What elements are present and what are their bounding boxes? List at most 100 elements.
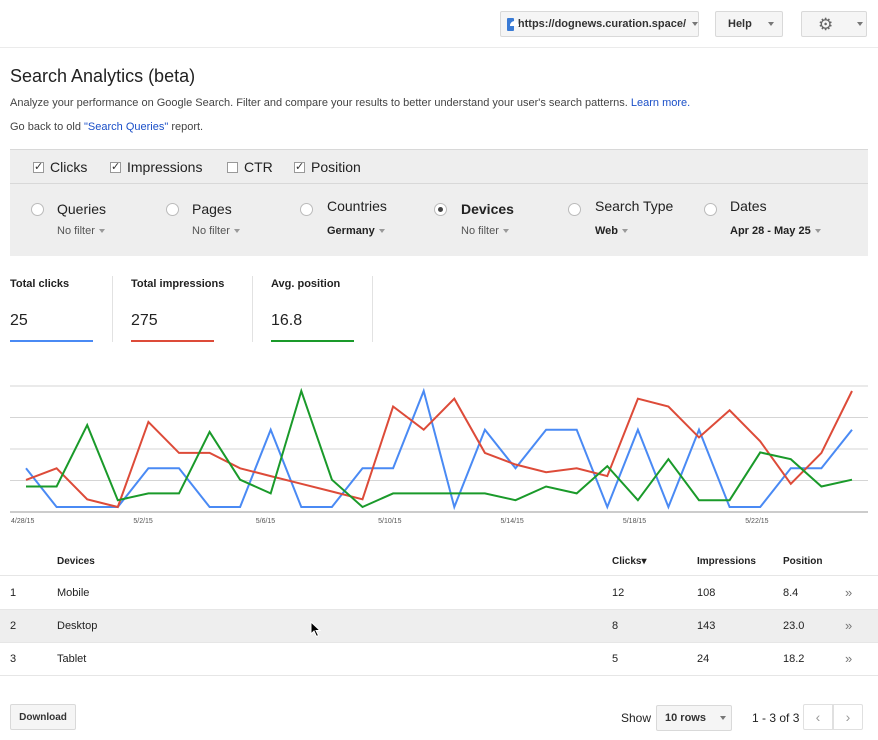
row-clicks: 8 bbox=[612, 620, 619, 632]
total-value: 16.8 bbox=[271, 312, 303, 329]
metric-label: Impressions bbox=[127, 159, 203, 175]
radio-button[interactable] bbox=[704, 203, 717, 216]
filter-value: No filter bbox=[461, 225, 499, 237]
page-description: Analyze your performance on Google Searc… bbox=[10, 97, 690, 109]
radio-button-selected[interactable] bbox=[434, 203, 447, 216]
checkbox-icon: ✓ bbox=[294, 160, 305, 173]
pagination-range: 1 - 3 of 3 bbox=[752, 711, 800, 725]
table-header: Devices Clicks▾ Impressions Position bbox=[0, 545, 878, 576]
metric-position-checkbox[interactable]: ✓ Position bbox=[294, 159, 361, 175]
x-tick-label: 5/18/15 bbox=[623, 518, 646, 525]
chevron-down-icon bbox=[692, 22, 698, 26]
total-value: 275 bbox=[131, 312, 158, 329]
divider bbox=[252, 276, 253, 342]
row-detail-icon[interactable]: » bbox=[845, 585, 852, 600]
dimension-filter[interactable]: No filter bbox=[461, 225, 509, 237]
filter-value: No filter bbox=[192, 225, 230, 237]
x-tick-label: 5/6/15 bbox=[256, 518, 276, 525]
cloud-icon bbox=[507, 17, 519, 31]
row-position: 8.4 bbox=[783, 587, 799, 599]
top-bar: https://dognews.curation.space/ Help ⚙ bbox=[0, 0, 878, 48]
dimension-label: Search Type bbox=[595, 198, 674, 214]
radio-button[interactable] bbox=[166, 203, 179, 216]
avg-position-card[interactable]: Avg. position 16.8 bbox=[271, 278, 354, 342]
back-to-old-report: Go back to old "Search Queries" report. bbox=[10, 121, 203, 133]
x-tick-label: 5/10/15 bbox=[378, 518, 401, 525]
row-position: 18.2 bbox=[783, 653, 805, 665]
chevron-down-icon bbox=[378, 229, 385, 234]
chevron-right-icon: › bbox=[845, 709, 851, 725]
filter-value: Web bbox=[595, 225, 619, 237]
column-header-impressions[interactable]: Impressions bbox=[697, 556, 756, 567]
dimension-filter[interactable]: No filter bbox=[192, 225, 240, 237]
rows-per-page-select[interactable]: 10 rows bbox=[656, 705, 732, 731]
metric-impressions-checkbox[interactable]: ✓ Impressions bbox=[110, 159, 202, 175]
metrics-row: ✓ Clicks ✓ Impressions CTR ✓ Position bbox=[10, 150, 868, 184]
filter-panel: ✓ Clicks ✓ Impressions CTR ✓ Position Qu… bbox=[10, 149, 868, 256]
row-impressions: 108 bbox=[697, 587, 716, 599]
checkbox-icon bbox=[227, 161, 238, 173]
settings-button[interactable]: ⚙ bbox=[801, 11, 867, 37]
chevron-down-icon bbox=[767, 22, 774, 26]
table-row[interactable]: 3 Tablet 5 24 18.2 » bbox=[0, 643, 878, 676]
total-value: 25 bbox=[10, 312, 28, 329]
row-detail-icon[interactable]: » bbox=[845, 618, 852, 633]
dimension-filter[interactable]: Apr 28 - May 25 bbox=[730, 225, 821, 237]
page-title: Search Analytics (beta) bbox=[10, 66, 196, 86]
column-header-clicks[interactable]: Clicks▾ bbox=[612, 556, 646, 567]
filter-value: No filter bbox=[57, 225, 95, 237]
checkbox-icon: ✓ bbox=[110, 160, 121, 173]
performance-chart[interactable]: 4/28/15 5/2/15 5/6/15 5/10/15 5/14/15 5/18/15… bbox=[0, 378, 878, 528]
mouse-pointer-icon bbox=[310, 621, 322, 638]
total-label: Total impressions bbox=[131, 278, 225, 290]
chevron-left-icon: ‹ bbox=[815, 709, 821, 725]
radio-button[interactable] bbox=[31, 203, 44, 216]
row-index: 2 bbox=[10, 620, 17, 632]
row-detail-icon[interactable]: » bbox=[845, 651, 852, 666]
metric-ctr-checkbox[interactable]: CTR bbox=[227, 159, 273, 175]
x-tick-label: 4/28/15 bbox=[11, 518, 34, 525]
series-color-bar bbox=[10, 340, 93, 342]
dimension-label: Devices bbox=[461, 201, 514, 217]
show-label: Show bbox=[621, 711, 652, 725]
dimension-label: Queries bbox=[57, 201, 107, 217]
row-index: 1 bbox=[10, 587, 17, 599]
table-row[interactable]: 2 Desktop 8 143 23.0 » bbox=[0, 610, 878, 643]
metric-clicks-checkbox[interactable]: ✓ Clicks bbox=[33, 159, 87, 175]
download-button[interactable]: Download bbox=[10, 704, 76, 730]
dimension-filter[interactable]: No filter bbox=[57, 225, 105, 237]
description-text: Analyze your performance on Google Searc… bbox=[10, 97, 628, 109]
site-selector[interactable]: https://dognews.curation.space/ bbox=[500, 11, 699, 37]
metric-label: Position bbox=[311, 159, 361, 175]
total-impressions-card[interactable]: Total impressions 275 bbox=[131, 278, 225, 342]
row-device: Tablet bbox=[57, 653, 87, 665]
checkbox-icon: ✓ bbox=[33, 160, 44, 173]
row-device: Mobile bbox=[57, 587, 90, 599]
help-button[interactable]: Help bbox=[715, 11, 783, 37]
back-suffix: report. bbox=[171, 121, 204, 133]
dimension-label: Countries bbox=[327, 198, 387, 214]
dimension-filter[interactable]: Germany bbox=[327, 225, 385, 237]
column-header-position[interactable]: Position bbox=[783, 556, 822, 567]
dimension-label: Pages bbox=[192, 201, 232, 217]
metric-label: Clicks bbox=[50, 159, 88, 175]
back-prefix: Go back to old bbox=[10, 121, 81, 133]
next-page-button[interactable]: › bbox=[833, 704, 863, 730]
row-clicks: 12 bbox=[612, 587, 625, 599]
chevron-down-icon bbox=[719, 716, 726, 720]
total-label: Avg. position bbox=[271, 278, 341, 290]
table-row[interactable]: 1 Mobile 12 108 8.4 » bbox=[0, 577, 878, 610]
learn-more-link[interactable]: Learn more. bbox=[631, 97, 690, 109]
search-queries-link[interactable]: "Search Queries" bbox=[84, 121, 168, 133]
gear-icon: ⚙ bbox=[818, 14, 834, 34]
radio-button[interactable] bbox=[568, 203, 581, 216]
radio-button[interactable] bbox=[300, 203, 313, 216]
help-label: Help bbox=[728, 18, 752, 30]
divider bbox=[112, 276, 113, 342]
row-impressions: 24 bbox=[697, 653, 710, 665]
total-clicks-card[interactable]: Total clicks 25 bbox=[10, 278, 93, 342]
chevron-down-icon bbox=[622, 229, 629, 234]
dimension-filter[interactable]: Web bbox=[595, 225, 629, 237]
column-header-devices[interactable]: Devices bbox=[57, 556, 95, 567]
previous-page-button[interactable]: ‹ bbox=[803, 704, 833, 730]
